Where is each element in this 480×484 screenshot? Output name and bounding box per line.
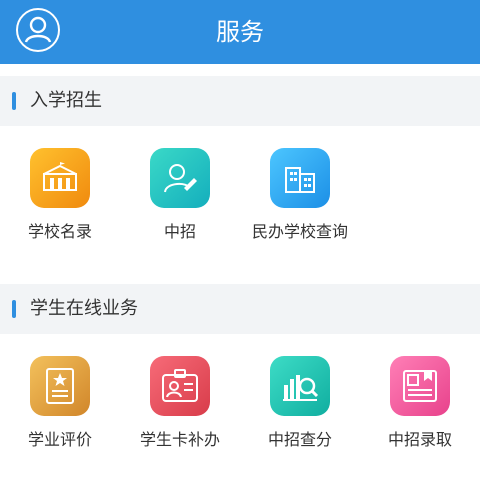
section-header-enrollment: 入学招生 xyxy=(0,76,480,126)
page-title: 服务 xyxy=(216,18,264,46)
office-building-icon xyxy=(270,148,330,208)
service-academic-evaluation[interactable]: 学业评价 xyxy=(0,356,120,476)
service-zhongzhao[interactable]: 中招 xyxy=(120,148,240,268)
service-label: 民办学校查询 xyxy=(251,222,348,241)
service-admission-result[interactable]: 中招录取 xyxy=(360,356,480,476)
certificate-icon xyxy=(30,356,90,416)
student-online-grid: 学业评价 学生卡补办 中招查分 中招录取 xyxy=(0,334,480,484)
service-label: 中招查分 xyxy=(267,430,332,449)
service-label: 学生卡补办 xyxy=(139,430,220,449)
service-label: 中招录取 xyxy=(387,430,452,449)
service-school-directory[interactable]: 学校名录 xyxy=(0,148,120,268)
id-card-icon xyxy=(150,356,210,416)
service-score-query[interactable]: 中招查分 xyxy=(240,356,360,476)
service-private-school-query[interactable]: 民办学校查询 xyxy=(240,148,360,268)
section-header-student-online: 学生在线业务 xyxy=(0,284,480,334)
service-label: 学校名录 xyxy=(27,222,92,241)
enrollment-grid: 学校名录 中招 民办学校查询 xyxy=(0,126,480,276)
chart-search-icon xyxy=(270,356,330,416)
service-student-card-reissue[interactable]: 学生卡补办 xyxy=(120,356,240,476)
section-title: 入学招生 xyxy=(30,90,102,111)
admission-letter-icon xyxy=(390,356,450,416)
app-header: 服务 xyxy=(0,0,480,64)
school-building-icon xyxy=(30,148,90,208)
person-edit-icon xyxy=(150,148,210,208)
section-accent-bar xyxy=(12,92,16,110)
section-title: 学生在线业务 xyxy=(30,298,138,319)
service-label: 中招 xyxy=(163,222,196,241)
service-label: 学业评价 xyxy=(27,430,92,449)
section-accent-bar xyxy=(12,300,16,318)
